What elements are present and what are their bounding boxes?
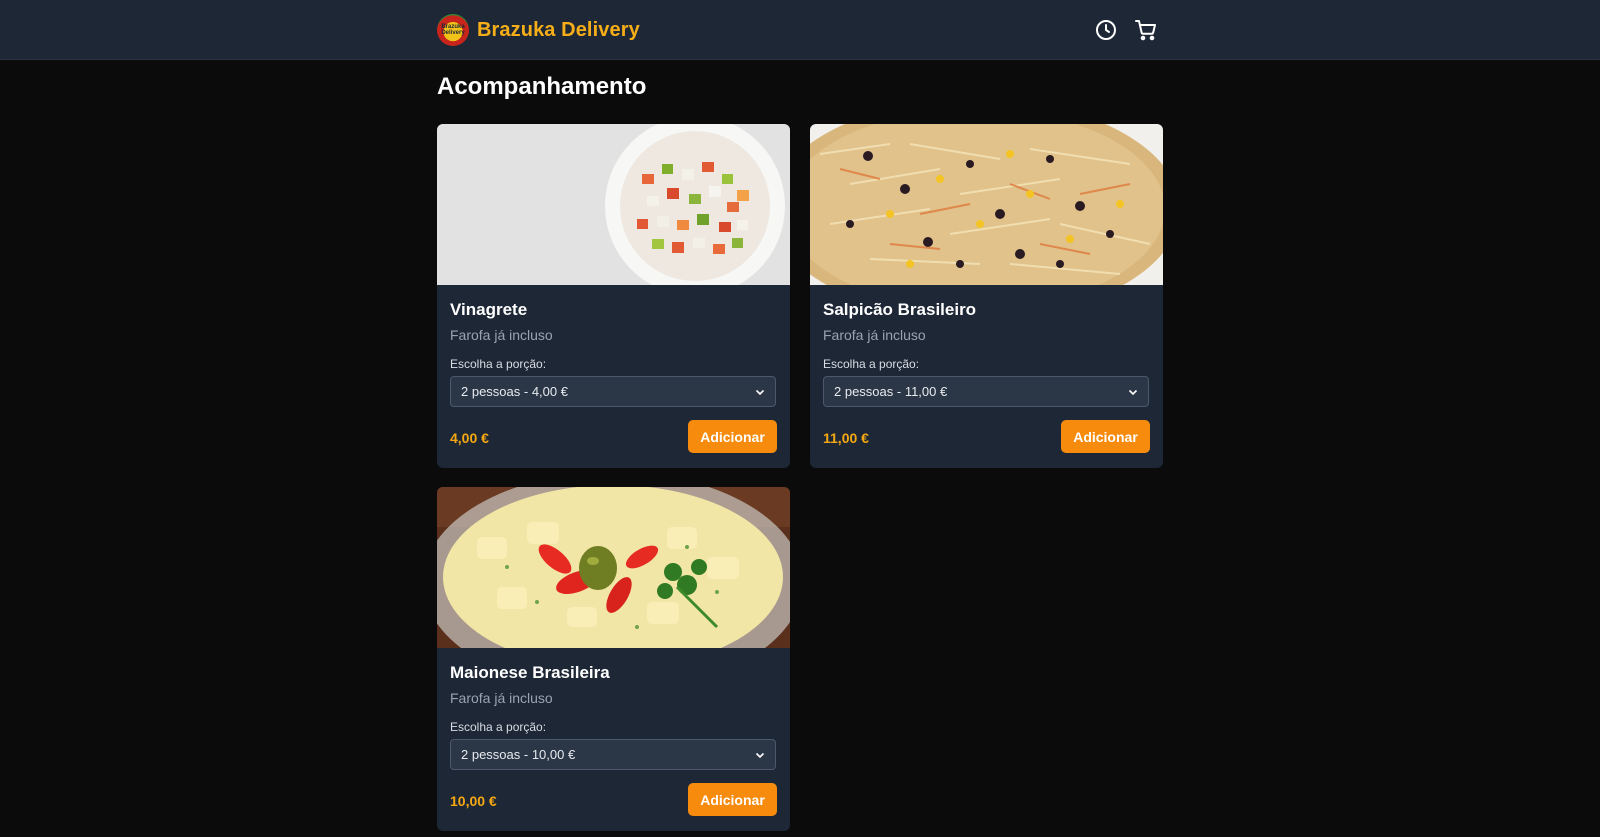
portion-selected-value: 2 pessoas - 4,00 € (461, 384, 568, 399)
portion-selected-value: 2 pessoas - 10,00 € (461, 747, 576, 762)
product-name: Salpicão Brasileiro (823, 300, 977, 319)
logo-text: Brazuka Delivery (441, 24, 465, 36)
portion-label: Escolha a porção: (450, 357, 547, 371)
product-card: Vinagrete Farofa já incluso Escolha a po… (437, 124, 790, 468)
add-button[interactable]: Adicionar (688, 783, 777, 816)
portion-select[interactable]: 2 pessoas - 4,00 € (450, 376, 776, 407)
product-name: Vinagrete (450, 300, 528, 319)
product-description: Farofa já incluso (823, 327, 926, 343)
product-price: 11,00 € (823, 430, 869, 446)
portion-label: Escolha a porção: (450, 720, 547, 734)
portion-select[interactable]: 2 pessoas - 10,00 € (450, 739, 776, 770)
portion-select[interactable]: 2 pessoas - 11,00 € (823, 376, 1149, 407)
product-description: Farofa já incluso (450, 690, 553, 706)
cart-icon[interactable] (1134, 18, 1158, 42)
page-title: Acompanhamento (437, 73, 647, 100)
product-image (437, 124, 790, 285)
brand-name: Brazuka Delivery (477, 18, 640, 41)
brand-logo: Brazuka Delivery (437, 14, 469, 46)
product-price: 4,00 € (450, 430, 489, 446)
product-image (810, 124, 1163, 285)
add-button[interactable]: Adicionar (688, 420, 777, 453)
chevron-down-icon (755, 389, 765, 395)
top-header: Brazuka Delivery Brazuka Delivery (0, 0, 1600, 60)
clock-icon[interactable] (1094, 18, 1118, 42)
chevron-down-icon (755, 752, 765, 758)
product-image (437, 487, 790, 648)
portion-selected-value: 2 pessoas - 11,00 € (834, 384, 948, 399)
add-button[interactable]: Adicionar (1061, 420, 1150, 453)
product-card: Maionese Brasileira Farofa já incluso Es… (437, 487, 790, 831)
product-description: Farofa já incluso (450, 327, 553, 343)
brand-link[interactable]: Brazuka Delivery Brazuka Delivery (437, 13, 640, 47)
product-price: 10,00 € (450, 793, 497, 809)
portion-label: Escolha a porção: (823, 357, 920, 371)
chevron-down-icon (1128, 389, 1138, 395)
product-card: Salpicão Brasileiro Farofa já incluso Es… (810, 124, 1163, 468)
product-name: Maionese Brasileira (450, 663, 610, 682)
